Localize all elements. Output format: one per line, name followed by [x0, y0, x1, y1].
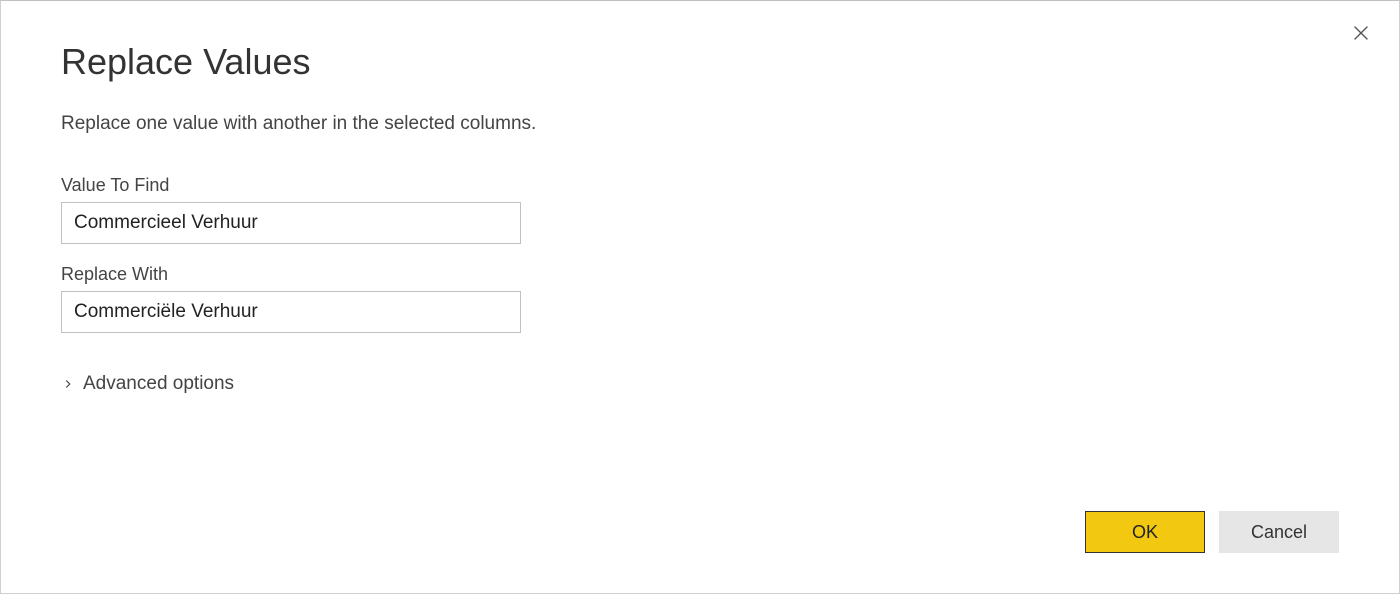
advanced-options-label: Advanced options	[83, 373, 234, 395]
dialog-description: Replace one value with another in the se…	[61, 113, 1339, 135]
chevron-right-icon	[61, 377, 75, 391]
dialog-content: Replace Values Replace one value with an…	[1, 1, 1399, 425]
field-replace-with: Replace With	[61, 264, 1339, 333]
value-to-find-label: Value To Find	[61, 175, 1339, 196]
close-button[interactable]	[1347, 21, 1375, 49]
dialog-title: Replace Values	[61, 41, 1339, 83]
ok-button[interactable]: OK	[1085, 511, 1205, 553]
field-value-to-find: Value To Find	[61, 175, 1339, 244]
replace-with-label: Replace With	[61, 264, 1339, 285]
close-icon	[1350, 22, 1372, 49]
cancel-button[interactable]: Cancel	[1219, 511, 1339, 553]
value-to-find-input[interactable]	[61, 202, 521, 244]
replace-with-input[interactable]	[61, 291, 521, 333]
button-row: OK Cancel	[1085, 511, 1339, 553]
advanced-options-toggle[interactable]: Advanced options	[61, 373, 1339, 395]
